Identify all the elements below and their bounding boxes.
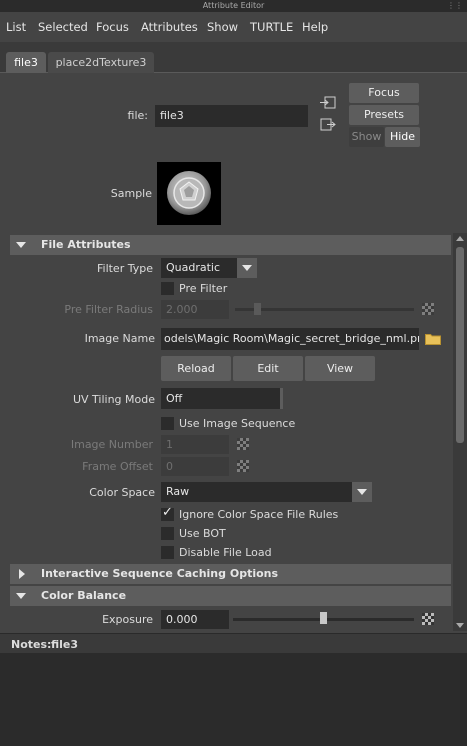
image-number-label: Image Number: [70, 438, 153, 451]
menu-show[interactable]: Show: [207, 20, 238, 34]
sample-label: Sample: [110, 187, 152, 200]
notes-label: Notes:: [11, 638, 52, 651]
frame-offset-label: Frame Offset: [82, 460, 153, 473]
section-title: File Attributes: [41, 238, 131, 251]
menu-focus[interactable]: Focus: [96, 20, 129, 34]
pre-filter-radius-label: Pre Filter Radius: [64, 303, 153, 316]
notes-node-name: file3: [51, 638, 79, 651]
output-connections-icon[interactable]: [320, 118, 336, 132]
uv-tiling-mode-label: UV Tiling Mode: [72, 393, 155, 406]
notes-header: Notes: file3: [0, 633, 467, 653]
use-image-sequence-checkbox[interactable]: [161, 417, 174, 430]
uv-tiling-mode-dropdown[interactable]: Off: [161, 388, 283, 409]
map-texture-icon[interactable]: [422, 303, 434, 315]
section-file-attributes[interactable]: File Attributes: [10, 235, 451, 255]
pre-filter-radius-slider-thumb[interactable]: [254, 303, 261, 315]
reload-button[interactable]: Reload: [161, 356, 231, 381]
ignore-color-space-checkbox[interactable]: [161, 505, 174, 521]
frame-offset-field[interactable]: 0: [161, 457, 229, 476]
menu-turtle[interactable]: TURTLE: [250, 20, 293, 34]
vertical-scrollbar[interactable]: [453, 233, 467, 631]
file-label: file:: [127, 109, 148, 122]
exposure-label: Exposure: [102, 613, 153, 626]
pre-filter-radius-slider-track[interactable]: [235, 308, 414, 311]
color-space-label: Color Space: [89, 486, 155, 499]
menu-help[interactable]: Help: [302, 20, 328, 34]
section-color-balance[interactable]: Color Balance: [10, 586, 451, 606]
show-button[interactable]: Show: [349, 127, 384, 147]
exposure-slider-thumb[interactable]: [320, 612, 327, 624]
view-button[interactable]: View: [305, 356, 375, 381]
menu-list[interactable]: List: [6, 20, 26, 34]
section-title: Interactive Sequence Caching Options: [41, 567, 279, 580]
image-number-field[interactable]: 1: [161, 435, 229, 454]
sample-swatch[interactable]: [157, 162, 221, 225]
map-texture-icon[interactable]: [422, 613, 434, 625]
window-title: Attribute Editor: [202, 1, 265, 10]
edit-button[interactable]: Edit: [233, 356, 303, 381]
tab-strip: file3 place2dTexture3: [0, 42, 467, 73]
chevron-down-icon: [357, 489, 367, 495]
section-interactive-sequence[interactable]: Interactive Sequence Caching Options: [10, 564, 451, 584]
filter-type-label: Filter Type: [96, 262, 153, 275]
focus-button[interactable]: Focus: [349, 83, 419, 103]
hide-button[interactable]: Hide: [385, 127, 420, 147]
folder-icon[interactable]: [425, 332, 441, 345]
pre-filter-label: Pre Filter: [179, 282, 228, 295]
collapse-arrow-icon: [16, 593, 26, 599]
title-bar: Attribute Editor ⋮⋮: [0, 0, 467, 12]
image-name-label: Image Name: [84, 332, 155, 345]
map-texture-icon[interactable]: [237, 460, 249, 472]
menu-selected[interactable]: Selected: [38, 20, 88, 34]
input-connections-icon[interactable]: [320, 96, 336, 110]
use-bot-checkbox[interactable]: [161, 527, 174, 540]
filter-type-value: Quadratic: [166, 261, 221, 274]
file-name-field[interactable]: file3: [155, 105, 308, 127]
use-bot-label: Use BOT: [179, 527, 226, 540]
ignore-color-space-label: Ignore Color Space File Rules: [179, 508, 339, 521]
menu-bar: List Selected Focus Attributes Show TURT…: [0, 12, 467, 42]
notes-textarea[interactable]: [0, 653, 467, 746]
tab-file3[interactable]: file3: [6, 52, 46, 73]
image-name-field[interactable]: odels\Magic Room\Magic_secret_bridge_nml…: [161, 328, 419, 350]
expand-arrow-icon: [19, 569, 25, 579]
presets-button[interactable]: Presets: [349, 105, 419, 125]
section-title: Color Balance: [41, 589, 127, 602]
color-space-value: Raw: [166, 485, 190, 498]
disable-file-load-checkbox[interactable]: [161, 546, 174, 559]
disable-file-load-label: Disable File Load: [179, 546, 272, 559]
panel-grip-icon[interactable]: ⋮⋮: [447, 1, 463, 11]
collapse-arrow-icon: [16, 242, 26, 248]
exposure-field[interactable]: 0.000: [161, 610, 229, 629]
chevron-down-icon: [242, 265, 252, 271]
scroll-up-arrow-icon[interactable]: [456, 236, 464, 241]
scroll-down-arrow-icon[interactable]: [456, 623, 464, 628]
scrollbar-thumb[interactable]: [456, 247, 464, 443]
menu-attributes[interactable]: Attributes: [141, 20, 198, 34]
pre-filter-radius-field[interactable]: 2.000: [161, 300, 229, 319]
filter-type-dropdown[interactable]: Quadratic: [161, 258, 257, 278]
pre-filter-checkbox[interactable]: [161, 282, 174, 295]
color-space-dropdown[interactable]: Raw: [161, 482, 372, 502]
use-image-sequence-label: Use Image Sequence: [179, 417, 296, 430]
map-texture-icon[interactable]: [237, 438, 249, 450]
tab-place2dtexture3[interactable]: place2dTexture3: [48, 52, 154, 73]
